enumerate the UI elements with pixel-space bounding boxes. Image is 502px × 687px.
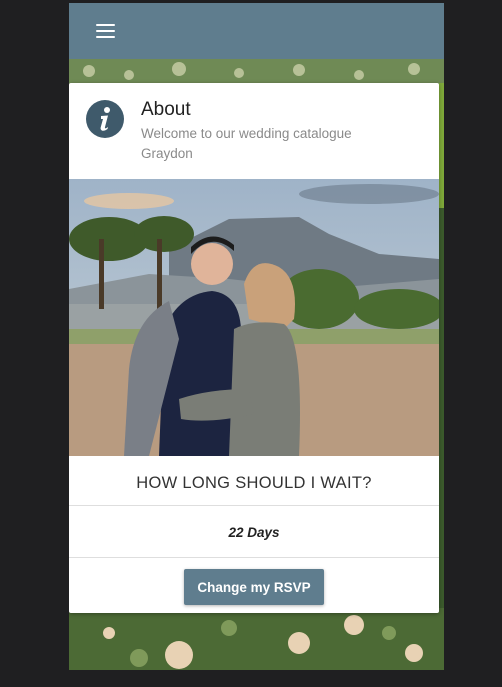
countdown-days: 22 Days [228,525,280,540]
couple-photo [69,179,439,456]
card-header: About Welcome to our wedding catalogue G… [69,83,439,179]
background-edge [439,83,444,208]
hamburger-menu-icon[interactable] [96,24,115,38]
info-icon [86,100,124,138]
card-title: About [141,99,191,120]
app-screen: About Welcome to our wedding catalogue G… [69,3,444,670]
divider [69,557,439,558]
app-bar [69,3,444,59]
countdown-question: HOW LONG SHOULD I WAIT? [136,474,372,492]
about-card: About Welcome to our wedding catalogue G… [69,83,439,613]
card-subtitle: Welcome to our wedding catalogue Graydon [141,126,352,161]
change-rsvp-button[interactable]: Change my RSVP [184,569,324,605]
